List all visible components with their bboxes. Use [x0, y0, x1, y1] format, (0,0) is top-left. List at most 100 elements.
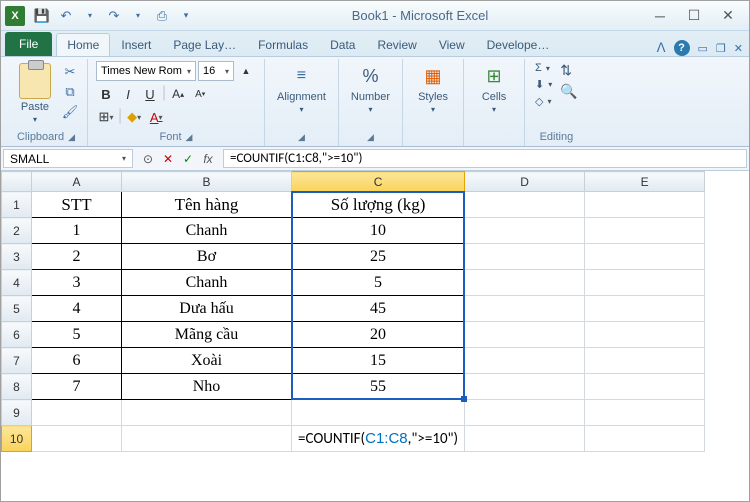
restore-workbook-icon[interactable]: ▭: [698, 42, 708, 55]
cell-E6[interactable]: [585, 322, 705, 348]
name-box[interactable]: SMALL▾: [3, 149, 133, 168]
tab-page-layout[interactable]: Page Lay…: [162, 33, 247, 56]
cell-D8[interactable]: [465, 374, 585, 400]
cell-D10[interactable]: [465, 426, 585, 452]
col-header-C[interactable]: C: [292, 172, 465, 192]
font-color-button[interactable]: A▾: [146, 107, 166, 127]
cell-C7[interactable]: 15: [292, 348, 465, 374]
qat-undo[interactable]: ↶: [55, 5, 77, 27]
cell-A9[interactable]: [32, 400, 122, 426]
styles-button[interactable]: ▦ Styles ▾: [411, 61, 455, 116]
cell-B8[interactable]: Nho: [122, 374, 292, 400]
row-header-7[interactable]: 7: [2, 348, 32, 374]
cell-D5[interactable]: [465, 296, 585, 322]
worksheet-grid[interactable]: ABCDE1STTTên hàngSố lượng (kg)21Chanh103…: [1, 171, 749, 501]
row-header-1[interactable]: 1: [2, 192, 32, 218]
help-icon[interactable]: ?: [674, 40, 690, 56]
sort-filter-button[interactable]: ⇅: [558, 61, 579, 80]
row-header-9[interactable]: 9: [2, 400, 32, 426]
alignment-dialog-launcher[interactable]: ◢: [298, 132, 305, 143]
row-header-10[interactable]: 10: [2, 426, 32, 452]
cell-D9[interactable]: [465, 400, 585, 426]
qat-redo[interactable]: ↷: [103, 5, 125, 27]
cell-D4[interactable]: [465, 270, 585, 296]
cell-E8[interactable]: [585, 374, 705, 400]
copy-button[interactable]: ⧉: [61, 83, 79, 101]
italic-button[interactable]: I: [118, 84, 138, 104]
cell-B2[interactable]: Chanh: [122, 218, 292, 244]
tab-home[interactable]: Home: [56, 33, 110, 56]
maximize-button[interactable]: ☐: [677, 5, 711, 27]
cell-D3[interactable]: [465, 244, 585, 270]
find-select-button[interactable]: 🔍: [558, 82, 579, 101]
formula-input[interactable]: =COUNTIF(C1:C8,">=10"): [223, 149, 747, 168]
col-header-D[interactable]: D: [465, 172, 585, 192]
tab-view[interactable]: View: [428, 33, 476, 56]
cell-A3[interactable]: 2: [32, 244, 122, 270]
qat-print[interactable]: ⎙: [151, 5, 173, 27]
minimize-ribbon-icon[interactable]: ᐱ: [657, 40, 666, 56]
font-size-combo[interactable]: 16▾: [198, 61, 234, 81]
font-name-combo[interactable]: Times New Rom▾: [96, 61, 196, 81]
tab-file[interactable]: File: [5, 32, 52, 56]
cell-E9[interactable]: [585, 400, 705, 426]
enter-button[interactable]: ✓: [179, 152, 197, 166]
mdi-close-icon[interactable]: ✕: [734, 42, 743, 55]
autosum-button[interactable]: Σ▾: [533, 61, 554, 75]
cell-B9[interactable]: [122, 400, 292, 426]
cell-E1[interactable]: [585, 192, 705, 218]
cell-C2[interactable]: 10: [292, 218, 465, 244]
cell-A1[interactable]: STT: [32, 192, 122, 218]
cell-E7[interactable]: [585, 348, 705, 374]
increase-font-size-button[interactable]: A▴: [168, 84, 188, 104]
cut-button[interactable]: ✂: [61, 63, 79, 81]
number-dialog-launcher[interactable]: ◢: [367, 132, 374, 143]
cell-D2[interactable]: [465, 218, 585, 244]
cell-D7[interactable]: [465, 348, 585, 374]
cell-A5[interactable]: 4: [32, 296, 122, 322]
cell-B6[interactable]: Mãng cầu: [122, 322, 292, 348]
cell-B3[interactable]: Bơ: [122, 244, 292, 270]
cell-E2[interactable]: [585, 218, 705, 244]
select-all-button[interactable]: [2, 172, 32, 192]
close-button[interactable]: ✕: [711, 5, 745, 27]
cancel-button[interactable]: ✕: [159, 152, 177, 166]
cells-button[interactable]: ⊞ Cells ▾: [472, 61, 516, 116]
bold-button[interactable]: B: [96, 84, 116, 104]
tab-data[interactable]: Data: [319, 33, 366, 56]
cell-A2[interactable]: 1: [32, 218, 122, 244]
row-header-4[interactable]: 4: [2, 270, 32, 296]
cell-E10[interactable]: [585, 426, 705, 452]
alignment-button[interactable]: ≡ Alignment ▾: [273, 61, 330, 116]
paste-button[interactable]: Paste ▾: [13, 61, 57, 126]
cell-B1[interactable]: Tên hàng: [122, 192, 292, 218]
cell-C5[interactable]: 45: [292, 296, 465, 322]
namebox-expand[interactable]: ⊙: [139, 152, 157, 166]
tab-review[interactable]: Review: [366, 33, 427, 56]
cell-C9[interactable]: [292, 400, 465, 426]
cell-E3[interactable]: [585, 244, 705, 270]
cell-A10[interactable]: [32, 426, 122, 452]
font-dialog-launcher[interactable]: ◢: [186, 132, 193, 143]
fill-button[interactable]: ⬇▾: [533, 77, 554, 92]
cell-C1[interactable]: Số lượng (kg): [292, 192, 465, 218]
minimize-button[interactable]: ─: [643, 5, 677, 27]
cell-A7[interactable]: 6: [32, 348, 122, 374]
cell-C10[interactable]: =COUNTIF(C1:C8,">=10"): [292, 426, 465, 452]
cell-C3[interactable]: 25: [292, 244, 465, 270]
row-header-3[interactable]: 3: [2, 244, 32, 270]
fill-color-button[interactable]: ◆▾: [124, 107, 144, 127]
increase-font-button[interactable]: ▲: [236, 61, 256, 81]
row-header-5[interactable]: 5: [2, 296, 32, 322]
mdi-maximize-icon[interactable]: ❐: [716, 42, 726, 55]
tab-developer[interactable]: Develope…: [476, 33, 561, 56]
cell-B10[interactable]: [122, 426, 292, 452]
cell-D6[interactable]: [465, 322, 585, 348]
col-header-A[interactable]: A: [32, 172, 122, 192]
col-header-B[interactable]: B: [122, 172, 292, 192]
cell-C8[interactable]: 55: [292, 374, 465, 400]
cell-A6[interactable]: 5: [32, 322, 122, 348]
borders-button[interactable]: ⊞▾: [96, 107, 116, 127]
qat-undo-more[interactable]: ▾: [79, 5, 101, 27]
cell-A4[interactable]: 3: [32, 270, 122, 296]
